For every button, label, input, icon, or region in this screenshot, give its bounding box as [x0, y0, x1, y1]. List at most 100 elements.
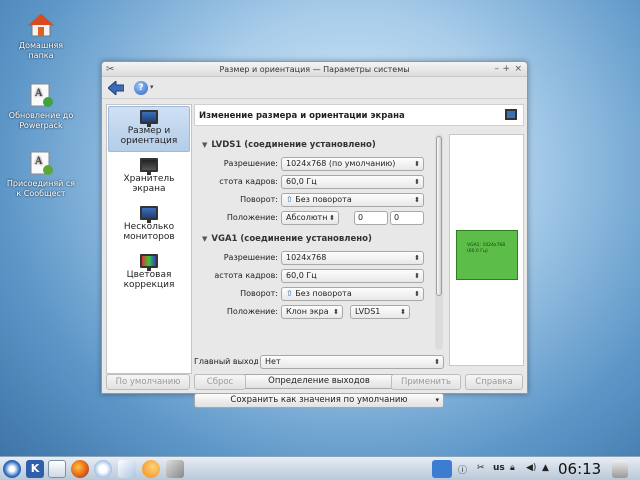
preview-output-label: VGA1: 1024x768 (60.0 Гц) [467, 243, 506, 254]
trash-icon[interactable] [612, 460, 628, 478]
screenshot-icon[interactable] [118, 460, 136, 478]
page-header: Изменение размера и ориентации экрана [194, 104, 524, 126]
chevron-updown-icon: ⬍ [400, 308, 406, 316]
kde-menu-icon[interactable]: K [26, 460, 44, 478]
desktop-icon-label: Обновление до Powerpack [8, 111, 74, 130]
output-section-lvds1[interactable]: ▼ LVDS1 (соединение установлено) [202, 140, 376, 150]
save-as-default-label: Сохранить как значения по умолчанию [230, 395, 408, 405]
position-x-input[interactable]: 0 [354, 211, 388, 225]
screensaver-icon [140, 158, 158, 175]
browser-icon[interactable] [94, 460, 112, 478]
sidebar-item-color-correction[interactable]: Цветовая коррекция [108, 251, 190, 297]
resolution-select[interactable]: 1024x768 (по умолчанию) ⬍ [281, 157, 424, 171]
reset-button[interactable]: Сброс [194, 374, 246, 390]
toolbar: ? ▾ [102, 77, 527, 99]
help-button[interactable]: Справка [465, 374, 523, 390]
desktop-icon-join-community[interactable]: A Присоединяй ся к Сообщест [6, 150, 76, 199]
chevron-down-icon: ▾ [435, 396, 439, 404]
output-heading: LVDS1 (соединение установлено) [211, 140, 376, 150]
taskbar: K ⓘ ✂ us 🔒︎ ◀) ▲ 06:13 [0, 456, 640, 480]
firefox-icon[interactable] [71, 460, 89, 478]
refresh-rate-select[interactable]: 60,0 Гц ⬍ [281, 269, 424, 283]
refresh-label: астота кадров: [214, 271, 278, 280]
multi-monitor-icon [140, 206, 158, 223]
sidebar-item-size-orientation[interactable]: Размер и ориентация [108, 106, 190, 152]
chevron-down-icon[interactable]: ▾ [150, 83, 154, 91]
chevron-down-icon[interactable]: ▼ [202, 141, 207, 149]
save-as-default-button[interactable]: Сохранить как значения по умолчанию ▾ [194, 393, 444, 408]
rotation-arrow-icon: ⇧ [286, 289, 293, 298]
chevron-updown-icon: ⬍ [414, 272, 420, 280]
chevron-updown-icon: ⬍ [329, 214, 335, 222]
volume-icon[interactable]: ◀) [526, 463, 536, 473]
monitor-icon [140, 110, 158, 127]
chevron-updown-icon: ⬍ [414, 160, 420, 168]
vertical-scrollbar[interactable] [435, 134, 443, 350]
system-settings-icon[interactable] [166, 460, 184, 478]
launcher-icon[interactable] [3, 460, 21, 478]
rotation-value: Без поворота [295, 195, 352, 204]
desktop-icon-home[interactable]: Домашняя папка [6, 12, 76, 61]
resolution-value: 1024x768 [286, 253, 327, 262]
moon-app-icon[interactable] [142, 460, 160, 478]
output-preview: VGA1: 1024x768 (60.0 Гц) [449, 134, 524, 366]
sidebar-item-label: Несколько мониторов [123, 222, 175, 242]
position-mode-select[interactable]: Абсолютн ⬍ [281, 211, 339, 225]
desktop-icon-label: Присоединяй ся к Сообщест [6, 179, 76, 198]
join-community-icon: A [28, 150, 54, 176]
sidebar-item-multiple-monitors[interactable]: Несколько мониторов [108, 203, 190, 249]
rotation-label: Поворот: [240, 195, 278, 204]
sidebar-item-screensaver[interactable]: Хранитель экрана [108, 155, 190, 201]
close-button[interactable]: × [514, 64, 522, 74]
chevron-updown-icon: ⬍ [414, 178, 420, 186]
rotation-arrow-icon: ⇧ [286, 195, 293, 204]
file-manager-icon[interactable] [48, 460, 66, 478]
chevron-down-icon[interactable]: ▼ [202, 235, 207, 243]
position-mode-select[interactable]: Клон экра ⬍ [281, 305, 343, 319]
keep-above-button[interactable]: + [502, 64, 510, 74]
home-icon [27, 12, 55, 38]
system-settings-window: ✂ Размер и ориентация — Параметры систем… [101, 61, 528, 408]
chevron-updown-icon: ⬍ [414, 196, 420, 204]
help-icon[interactable]: ? [134, 81, 148, 95]
clone-target-value: LVDS1 [355, 307, 381, 316]
primary-output-select[interactable]: Нет ⬍ [260, 355, 444, 369]
preview-output-vga1[interactable]: VGA1: 1024x768 (60.0 Гц) [456, 230, 518, 280]
menu-button[interactable]: – [495, 64, 500, 74]
update-icon: A [28, 82, 54, 108]
refresh-value: 60,0 Гц [286, 271, 317, 280]
sidebar-item-label: Цветовая коррекция [123, 270, 175, 290]
rotation-select[interactable]: ⇧ Без поворота ⬍ [281, 287, 424, 301]
page-title: Изменение размера и ориентации экрана [199, 111, 405, 121]
resolution-label: Разрешение: [223, 159, 278, 168]
desktop-home-icon[interactable] [432, 460, 452, 478]
position-y-input[interactable]: 0 [390, 211, 424, 225]
clock[interactable]: 06:13 [558, 460, 601, 478]
title-bar[interactable]: ✂ Размер и ориентация — Параметры систем… [102, 62, 527, 77]
sidebar-item-label: Размер и ориентация [120, 126, 178, 146]
keyboard-layout[interactable]: us [493, 463, 505, 473]
info-icon[interactable]: ⓘ [458, 463, 467, 476]
resolution-label: Разрешение: [223, 253, 278, 262]
network-icon[interactable]: ▲ [542, 463, 549, 473]
defaults-button[interactable]: По умолчанию [106, 374, 190, 390]
rotation-select[interactable]: ⇧ Без поворота ⬍ [281, 193, 424, 207]
chevron-updown-icon: ⬍ [414, 254, 420, 262]
sidebar: Размер и ориентация Хранитель экрана Нес… [106, 104, 192, 374]
output-section-vga1[interactable]: ▼ VGA1 (соединение установлено) [202, 234, 372, 244]
position-mode-value: Клон экра [286, 307, 329, 316]
clipboard-icon[interactable]: ✂ [477, 463, 485, 473]
refresh-label: стота кадров: [219, 177, 278, 186]
lock-icon[interactable]: 🔒︎ [510, 463, 515, 473]
scrollbar-thumb[interactable] [436, 136, 442, 296]
desktop-icon-update[interactable]: A Обновление до Powerpack [6, 82, 76, 131]
primary-output-value: Нет [265, 357, 281, 366]
chevron-updown-icon: ⬍ [434, 358, 440, 366]
resolution-select[interactable]: 1024x768 ⬍ [281, 251, 424, 265]
window-title: Размер и ориентация — Параметры системы [219, 65, 410, 74]
apply-button[interactable]: Применить [391, 374, 461, 390]
svg-text:A: A [34, 88, 43, 99]
back-arrow-icon[interactable] [107, 79, 125, 97]
refresh-rate-select[interactable]: 60,0 Гц ⬍ [281, 175, 424, 189]
clone-target-select[interactable]: LVDS1 ⬍ [350, 305, 410, 319]
